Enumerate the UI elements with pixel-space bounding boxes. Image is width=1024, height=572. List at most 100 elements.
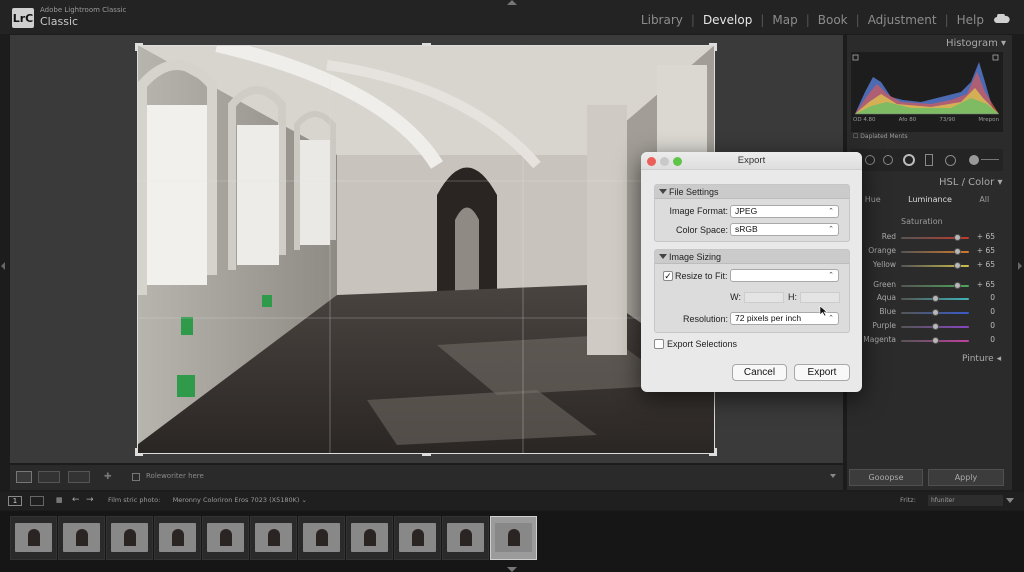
height-input[interactable] bbox=[800, 292, 840, 303]
histogram-info: OD 4.80 Afo 80 73/90 Mrepon bbox=[853, 117, 999, 123]
slider-track[interactable] bbox=[901, 309, 969, 316]
width-input[interactable] bbox=[744, 292, 784, 303]
filmstrip-thumbnail[interactable] bbox=[298, 516, 345, 560]
filmstrip-thumbnail[interactable] bbox=[202, 516, 249, 560]
tab-luminance[interactable]: Luminance bbox=[908, 195, 952, 204]
arcade-photo bbox=[137, 45, 715, 454]
module-library[interactable]: Library bbox=[633, 13, 691, 27]
filmstrip-thumbnail[interactable] bbox=[442, 516, 489, 560]
slider-track[interactable] bbox=[901, 262, 969, 269]
resolution-label: Resolution: bbox=[682, 314, 728, 324]
module-map[interactable]: Map bbox=[764, 13, 805, 27]
before-after-button[interactable] bbox=[38, 471, 60, 483]
resize-to-fit-select[interactable] bbox=[730, 269, 839, 282]
filmstrip-thumbnail[interactable] bbox=[154, 516, 201, 560]
radial-filter-icon[interactable] bbox=[945, 155, 956, 166]
photo-preview[interactable] bbox=[137, 45, 715, 454]
slider-track[interactable] bbox=[901, 337, 969, 344]
crop-handle-bottom-right[interactable] bbox=[709, 448, 717, 456]
tab-hue[interactable]: Hue bbox=[865, 195, 881, 204]
slider-thumb[interactable] bbox=[932, 309, 939, 316]
cancel-button[interactable]: Cancel bbox=[732, 364, 787, 381]
resize-to-fit-checkbox[interactable]: ✓ bbox=[663, 271, 673, 281]
color-space-label: Color Space: bbox=[675, 225, 728, 235]
collapse-right-panel-icon[interactable] bbox=[1018, 262, 1022, 270]
slider-track[interactable] bbox=[901, 295, 969, 302]
compare-button[interactable] bbox=[68, 471, 90, 483]
filmstrip-thumbnail[interactable] bbox=[58, 516, 105, 560]
thumbnail-image bbox=[159, 523, 196, 552]
thumbnail-image bbox=[255, 523, 292, 552]
apply-button[interactable]: Apply bbox=[928, 469, 1004, 486]
module-adjustment[interactable]: Adjustment bbox=[860, 13, 945, 27]
slider-value: 0 bbox=[990, 293, 995, 302]
export-dialog: Export File Settings Image Format: JPEG … bbox=[641, 152, 862, 392]
finish-panel-title[interactable]: Pinture ◂ bbox=[962, 354, 1001, 364]
monitor-1-icon[interactable]: 1 bbox=[8, 496, 22, 506]
toolbar-checkbox[interactable] bbox=[132, 473, 140, 481]
crop-handle-bottom[interactable] bbox=[422, 453, 431, 456]
crop-handle-top-left[interactable] bbox=[135, 43, 143, 51]
crop-handle-top[interactable] bbox=[422, 43, 431, 46]
show-original-checkbox[interactable]: ☐ Daplated Ments bbox=[853, 133, 908, 140]
back-arrow-icon[interactable]: ← bbox=[72, 495, 80, 505]
filmstrip-thumbnail[interactable] bbox=[10, 516, 57, 560]
slider-track[interactable] bbox=[901, 282, 969, 289]
slider-value: 0 bbox=[990, 335, 995, 344]
saturation-label: Saturation bbox=[901, 217, 943, 226]
red-eye-icon[interactable] bbox=[903, 154, 915, 166]
filmstrip-thumbnail[interactable] bbox=[250, 516, 297, 560]
export-selections-checkbox[interactable] bbox=[654, 339, 664, 349]
app-subtitle: Adobe Lightroom Classic bbox=[40, 6, 127, 14]
module-help[interactable]: Help bbox=[949, 13, 992, 27]
tab-all[interactable]: All bbox=[979, 195, 989, 204]
forward-arrow-icon[interactable]: → bbox=[86, 495, 94, 505]
filter-select[interactable]: hfuniter bbox=[928, 495, 1003, 506]
brush-tool-icon[interactable] bbox=[969, 155, 979, 165]
thumbnail-image bbox=[303, 523, 340, 552]
histogram-title[interactable]: Histogram ▾ bbox=[946, 38, 1006, 49]
grid-view-icon[interactable]: ▦ bbox=[56, 496, 65, 505]
spot-removal-icon[interactable] bbox=[883, 155, 893, 165]
flag-icon[interactable]: ✚ bbox=[104, 472, 114, 482]
filmstrip-thumbnail[interactable] bbox=[394, 516, 441, 560]
filmstrip-thumbnail[interactable] bbox=[346, 516, 393, 560]
slider-thumb[interactable] bbox=[932, 337, 939, 344]
crop-handle-top-right[interactable] bbox=[709, 43, 717, 51]
collapse-bottom-panel-icon[interactable] bbox=[507, 567, 517, 572]
cloud-icon[interactable] bbox=[994, 14, 1010, 23]
loupe-view-button[interactable] bbox=[16, 471, 32, 483]
slider-track[interactable] bbox=[901, 248, 969, 255]
gradient-filter-icon[interactable] bbox=[925, 154, 933, 166]
slider-thumb[interactable] bbox=[953, 248, 961, 255]
brush-size-track[interactable] bbox=[981, 159, 999, 160]
file-settings-header[interactable]: File Settings bbox=[655, 185, 849, 199]
collapse-left-panel-icon[interactable] bbox=[1, 262, 5, 270]
slider-track[interactable] bbox=[901, 323, 969, 330]
slider-thumb[interactable] bbox=[953, 262, 961, 269]
module-develop[interactable]: Develop bbox=[695, 13, 760, 27]
slider-thumb[interactable] bbox=[953, 282, 961, 289]
collapse-top-panel-icon[interactable] bbox=[507, 0, 517, 5]
crop-tool-icon[interactable] bbox=[865, 155, 875, 165]
export-button[interactable]: Export bbox=[794, 364, 850, 381]
slider-track[interactable] bbox=[901, 234, 969, 241]
slider-row-purple: Purple 0 bbox=[851, 321, 1003, 333]
filmstrip-thumbnail[interactable] bbox=[490, 516, 537, 560]
color-space-select[interactable]: sRGB bbox=[730, 223, 839, 236]
hsl-panel-title[interactable]: HSL / Color ▾ bbox=[939, 177, 1002, 188]
filmstrip-collapse-icon[interactable] bbox=[1006, 498, 1014, 503]
filmstrip-source[interactable]: Film stric photo: Meronny Coloriron Eros… bbox=[108, 496, 307, 504]
toolbar-menu-icon[interactable] bbox=[830, 474, 836, 478]
previous-button[interactable]: Gooopse bbox=[849, 469, 923, 486]
slider-thumb[interactable] bbox=[953, 234, 961, 241]
histogram-value: 73/90 bbox=[939, 117, 956, 123]
image-sizing-header[interactable]: Image Sizing bbox=[655, 250, 849, 264]
image-format-select[interactable]: JPEG bbox=[730, 205, 839, 218]
module-book[interactable]: Book bbox=[810, 13, 856, 27]
slider-thumb[interactable] bbox=[932, 295, 939, 302]
crop-handle-bottom-left[interactable] bbox=[135, 448, 143, 456]
slider-thumb[interactable] bbox=[932, 323, 939, 330]
monitor-2-icon[interactable] bbox=[30, 496, 44, 506]
filmstrip-thumbnail[interactable] bbox=[106, 516, 153, 560]
